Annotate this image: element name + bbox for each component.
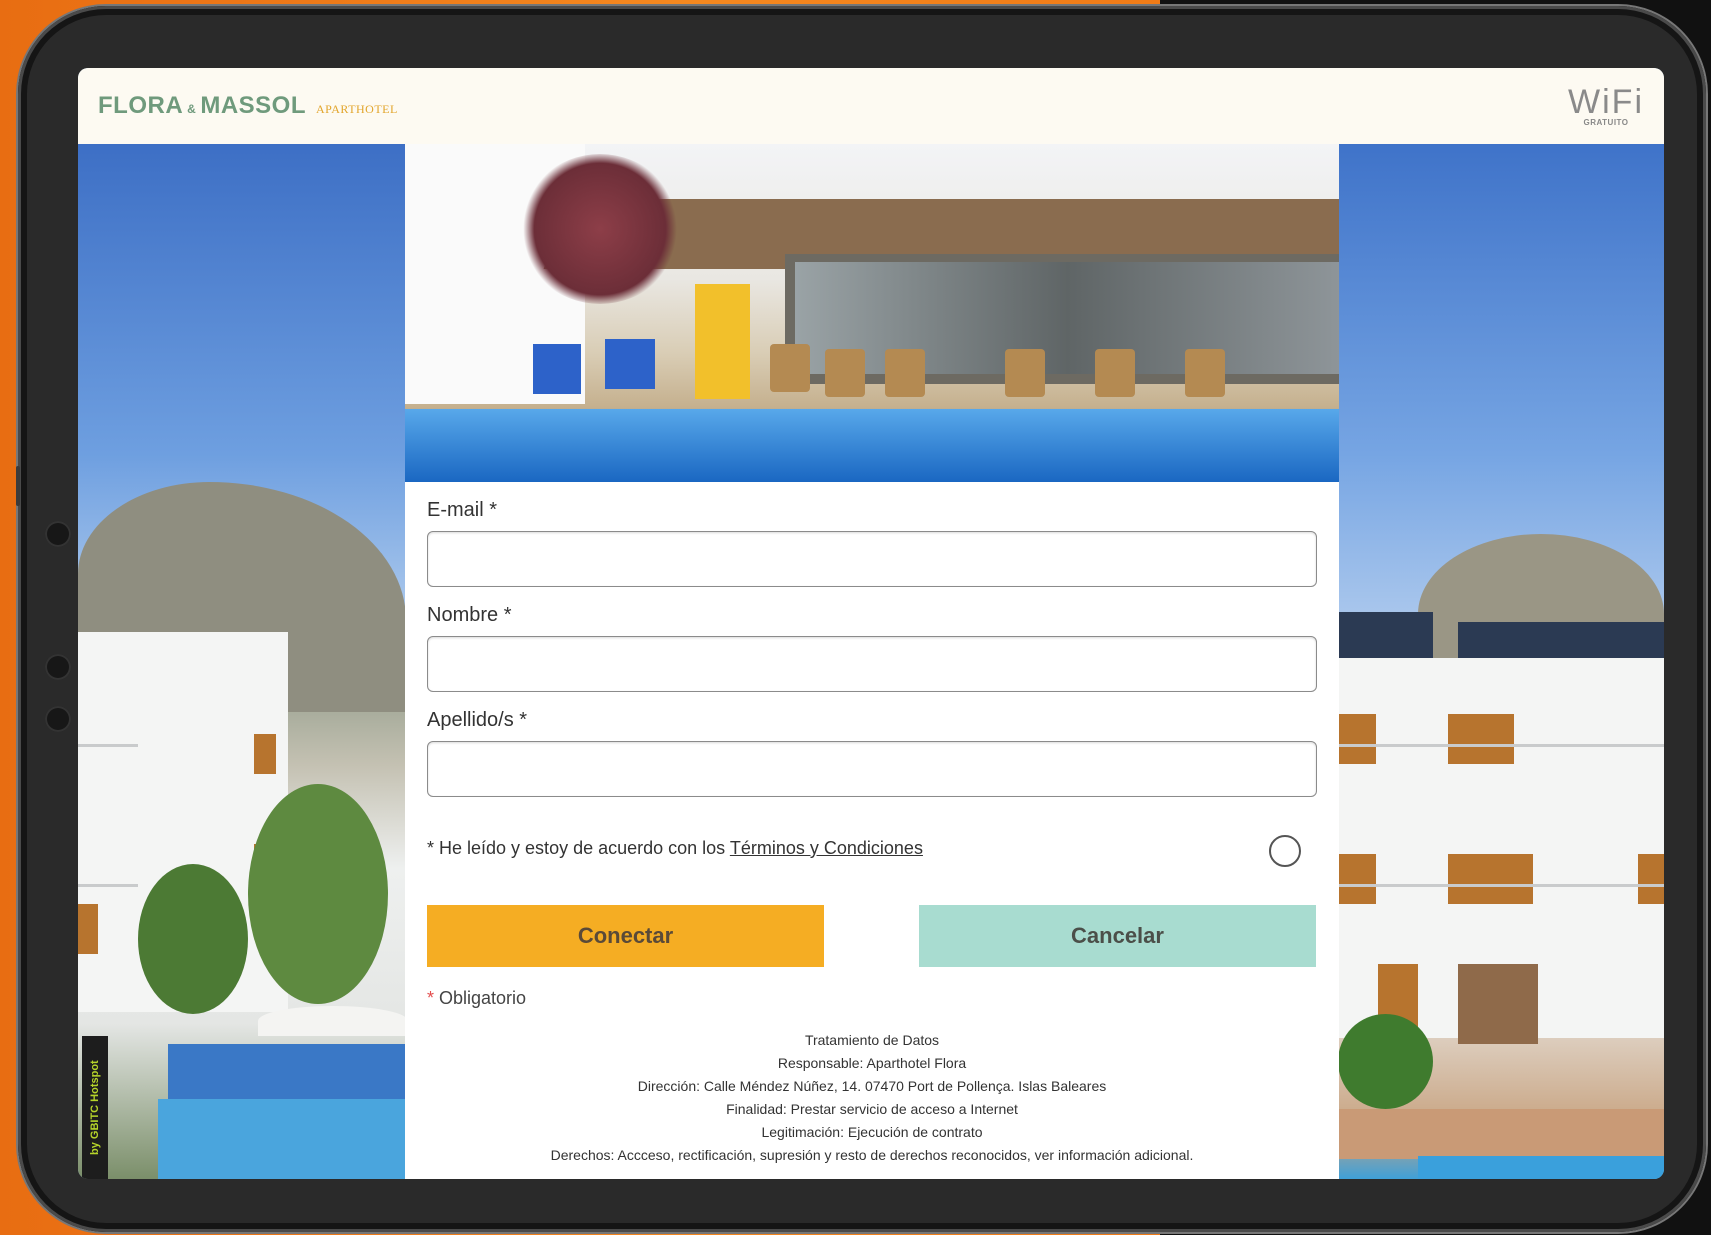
wifi-badge: WiFi GRATUITO	[1568, 85, 1644, 127]
shutter	[1448, 714, 1514, 764]
balcony-rail	[78, 884, 138, 887]
shutter	[254, 734, 276, 774]
privacy-legitimacion: Legitimación: Ejecución de contrato	[761, 1124, 983, 1140]
balcony-rail	[1338, 884, 1664, 887]
side-button	[16, 466, 20, 506]
terms-text: * He leído y estoy de acuerdo con los	[427, 838, 730, 858]
mandatory-text: Obligatorio	[434, 988, 527, 1008]
apellidos-input[interactable]	[427, 741, 1317, 797]
hero-windows	[795, 262, 1339, 374]
balcony-rail	[1338, 744, 1664, 747]
privacy-finalidad: Finalidad: Prestar servicio de acceso a …	[726, 1101, 1018, 1117]
terms-link[interactable]: Términos y Condiciones	[730, 838, 923, 858]
tree	[138, 864, 248, 1014]
hero-lounger	[605, 339, 655, 389]
doorway	[1458, 964, 1538, 1044]
login-card: E-mail * Nombre * Apellido/s * * He leíd…	[405, 144, 1339, 1179]
privacy-title: Tratamiento de Datos	[804, 1032, 940, 1048]
hero-pool	[405, 409, 1339, 482]
privacy-direccion: Dirección: Calle Méndez Núñez, 14. 07470…	[637, 1078, 1107, 1094]
logo-text-massol: MASSOL	[200, 92, 306, 119]
nombre-input[interactable]	[427, 636, 1317, 692]
hero-chair	[825, 349, 865, 397]
hero-chair	[1095, 349, 1135, 397]
hero-chair	[770, 344, 810, 392]
camera-dot	[45, 521, 71, 547]
cancel-button[interactable]: Cancelar	[919, 905, 1316, 967]
hero-chair	[1005, 349, 1045, 397]
hero-chair	[885, 349, 925, 397]
background-photo-left	[78, 144, 408, 1179]
terrace-floor	[1338, 1109, 1664, 1159]
terms-accept-radio[interactable]	[1269, 835, 1301, 867]
hero-photo	[405, 144, 1339, 482]
mandatory-note: * Obligatorio	[427, 988, 526, 1009]
shutter	[1338, 854, 1376, 904]
email-input[interactable]	[427, 531, 1317, 587]
logo-text-flora: FLORA	[98, 92, 184, 119]
hero-yellow-wall	[695, 284, 750, 399]
hero-tree	[520, 154, 680, 304]
logo-subtitle: APARTHOTEL	[316, 102, 398, 116]
parasol	[258, 1006, 408, 1036]
pool	[1418, 1156, 1664, 1179]
privacy-notice: Tratamiento de Datos Responsable: Aparth…	[427, 1029, 1317, 1167]
apellidos-label: Apellido/s *	[427, 709, 528, 731]
hedge	[1338, 1014, 1433, 1109]
nombre-label: Nombre *	[427, 604, 512, 626]
screen: FLORA&MASSOL APARTHOTEL WiFi GRATUITO	[78, 68, 1664, 1179]
solar-panel	[1458, 622, 1664, 658]
background-photo-right	[1338, 144, 1664, 1179]
privacy-derechos: Derechos: Accceso, rectificación, supres…	[550, 1147, 1194, 1163]
shutter	[78, 904, 98, 954]
registration-form: E-mail * Nombre * Apellido/s * * He leíd…	[427, 482, 1317, 1163]
shutter	[1338, 714, 1376, 764]
logo-ampersand: &	[187, 102, 197, 116]
pool	[158, 1099, 406, 1179]
header-bar: FLORA & MASSOL APARTHOTEL WiFi GRATUITO	[78, 68, 1664, 144]
hotel-logo: FLORA & MASSOL APARTHOTEL	[98, 92, 398, 120]
mandatory-star: *	[427, 988, 435, 1008]
wifi-label: WiFi	[1568, 83, 1644, 121]
hero-chair	[1185, 349, 1225, 397]
hotspot-provider-badge: by GBITC Hotspot	[82, 1036, 108, 1179]
tree	[248, 784, 388, 1004]
hero-lounger	[533, 344, 581, 394]
terms-row: * He leído y estoy de acuerdo con los Té…	[427, 835, 1317, 868]
privacy-responsable: Responsable: Aparthotel Flora	[777, 1055, 967, 1071]
sensor-dot	[45, 654, 71, 680]
connect-button[interactable]: Conectar	[427, 905, 824, 967]
shutter	[1638, 854, 1664, 904]
balcony-rail	[78, 744, 138, 747]
shutter	[1448, 854, 1533, 904]
loungers	[168, 1044, 406, 1104]
sensor-dot	[45, 706, 71, 732]
email-label: E-mail *	[427, 499, 498, 521]
solar-panel	[1338, 612, 1433, 658]
